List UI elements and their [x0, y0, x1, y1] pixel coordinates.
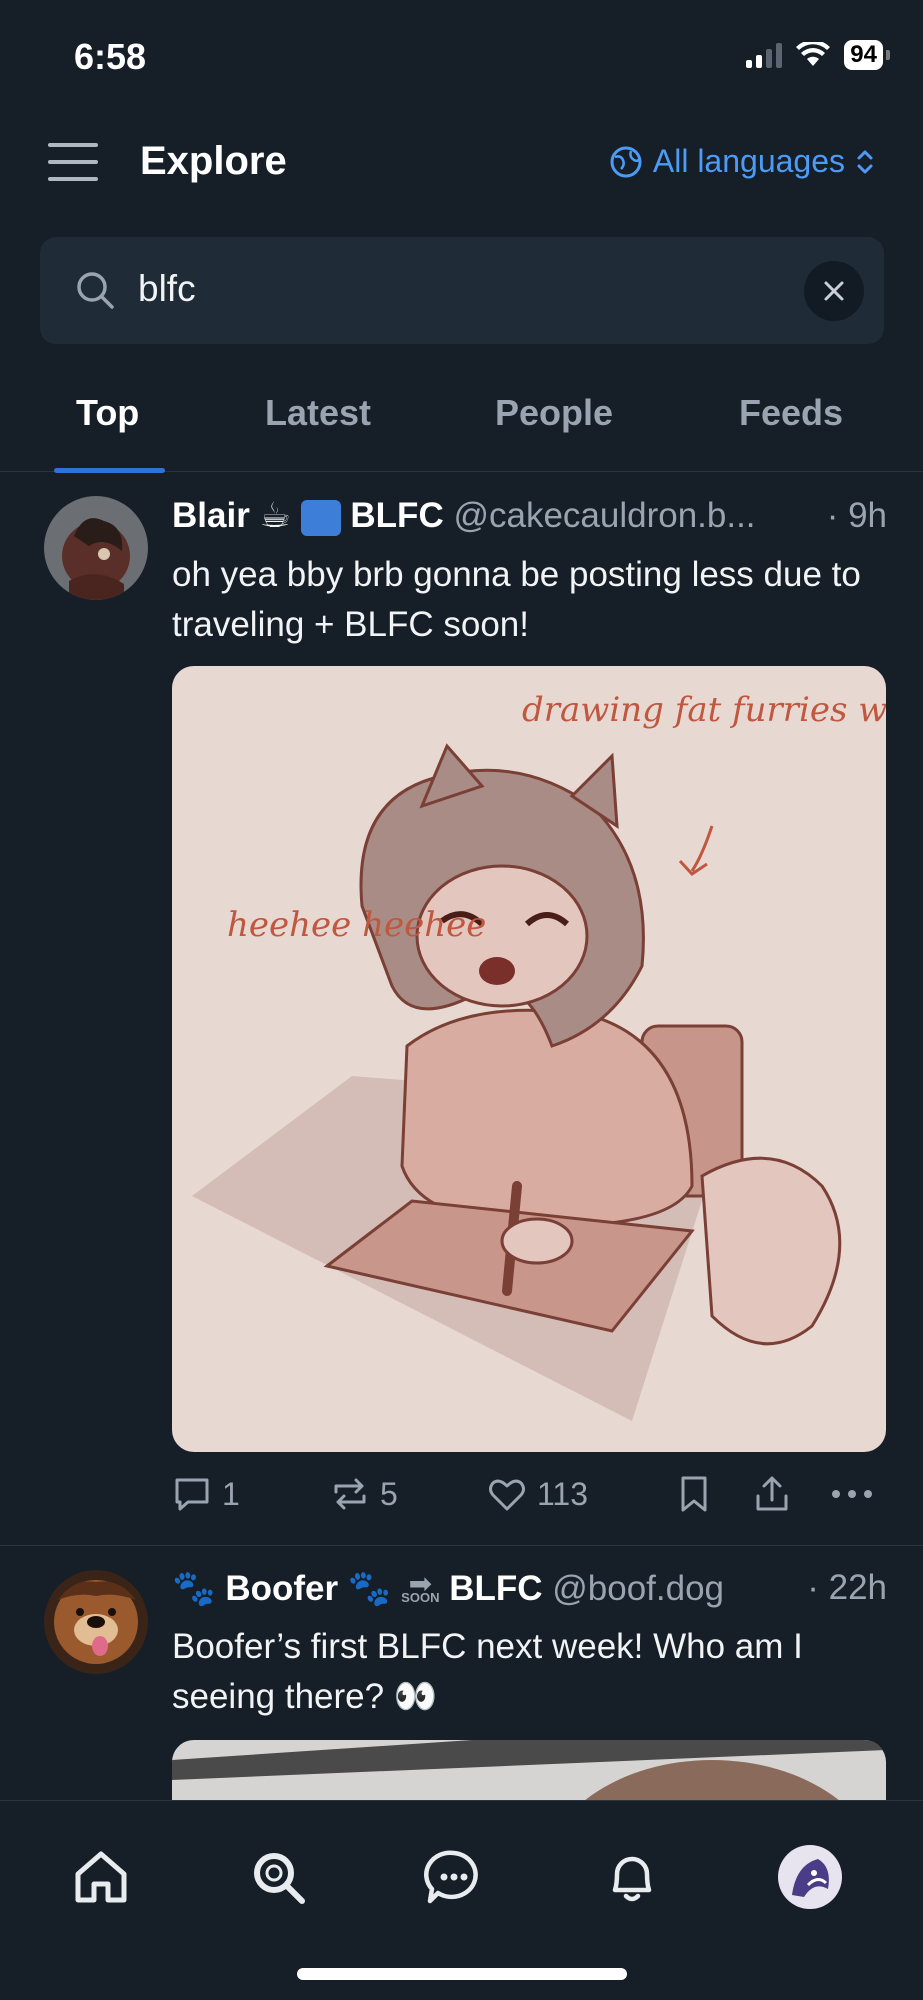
- post-item[interactable]: 🐾 Boofer 🐾 ➡ SOON BLFC @boof.dog · 22h B…: [0, 1546, 923, 1800]
- tab-latest[interactable]: Latest: [265, 392, 371, 434]
- nav-home[interactable]: [61, 1837, 141, 1917]
- status-time: 6:58: [74, 36, 147, 77]
- language-label: All languages: [652, 143, 845, 179]
- chevron-up-down-icon: [857, 150, 873, 173]
- post-timestamp[interactable]: · 9h: [827, 496, 887, 536]
- post-actions: 1 5 113: [172, 1468, 892, 1528]
- post-text: oh yea bby brb gonna be posting less due…: [172, 555, 861, 644]
- clear-search-button[interactable]: [804, 261, 864, 321]
- cellular-signal-icon: [746, 42, 783, 68]
- page-title: Explore: [140, 139, 287, 183]
- ellipsis-icon: [832, 1490, 872, 1498]
- search-input[interactable]: [138, 259, 738, 319]
- avatar[interactable]: [44, 1570, 148, 1674]
- avatar: [778, 1845, 842, 1909]
- image-caption-top: drawing fat furries with huge bellies: [522, 690, 886, 730]
- nav-chat[interactable]: [414, 1837, 494, 1917]
- tab-bar: Top Latest People Feeds: [0, 380, 923, 473]
- like-count: 113: [537, 1475, 589, 1512]
- more-options-button[interactable]: [830, 1474, 874, 1514]
- app-header: Explore All languages: [0, 125, 923, 199]
- chat-bubble-icon: [424, 1850, 478, 1904]
- search-icon: [254, 1853, 305, 1904]
- tab-people[interactable]: People: [495, 392, 613, 434]
- post-timestamp[interactable]: · 22h: [807, 1568, 887, 1608]
- post-header: 🐾 Boofer 🐾 ➡ SOON BLFC @boof.dog: [172, 1568, 724, 1609]
- paw-prints-icon: 🐾: [347, 1569, 392, 1608]
- post-image[interactable]: [172, 1740, 886, 1800]
- reply-count: 1: [222, 1475, 240, 1512]
- tab-feeds[interactable]: Feeds: [739, 392, 843, 434]
- home-icon: [75, 1851, 127, 1903]
- author-name[interactable]: Boofer: [225, 1569, 338, 1608]
- globe-icon: [610, 146, 642, 177]
- image-caption-left: heehee heehee: [227, 905, 486, 945]
- post-image[interactable]: drawing fat furries with huge bellies he…: [172, 666, 886, 1452]
- author-handle[interactable]: @boof.dog: [552, 1569, 724, 1608]
- post-text: Boofer’s first BLFC next week! Who am I …: [172, 1627, 803, 1716]
- battery-indicator: 94: [844, 40, 890, 70]
- tab-top[interactable]: Top: [76, 392, 139, 434]
- author-handle[interactable]: @cakecauldron.b...: [453, 496, 755, 535]
- post-header: Blair ☕ BLFC @cakecauldron.b...: [172, 496, 756, 536]
- soon-label: SOON: [401, 1589, 440, 1605]
- bookmark-icon: [681, 1476, 707, 1512]
- repost-button[interactable]: 5: [330, 1474, 398, 1514]
- heart-icon: [489, 1479, 525, 1511]
- author-name[interactable]: Blair: [172, 496, 250, 535]
- right-arrow-emoji-icon: [300, 499, 341, 536]
- avatar[interactable]: [44, 496, 148, 600]
- nav-search[interactable]: [238, 1837, 318, 1917]
- reply-icon: [175, 1478, 209, 1511]
- status-bar: 6:58 94: [0, 0, 923, 110]
- author-name-suffix[interactable]: BLFC: [449, 1569, 542, 1608]
- search-bar: [40, 237, 884, 344]
- nav-profile-avatar[interactable]: [770, 1837, 850, 1917]
- like-button[interactable]: 113: [487, 1474, 588, 1514]
- coffee-emoji-icon: ☕: [259, 496, 291, 535]
- home-indicator: [297, 1968, 627, 1980]
- nav-notifications[interactable]: [592, 1837, 672, 1917]
- close-icon: [824, 281, 844, 301]
- repost-count: 5: [380, 1475, 398, 1512]
- post-item[interactable]: Blair ☕ BLFC @cakecauldron.b... · 9h oh …: [0, 472, 923, 1545]
- share-button[interactable]: [752, 1474, 792, 1514]
- author-name-suffix[interactable]: BLFC: [350, 496, 443, 535]
- status-icons: 94: [746, 40, 890, 70]
- soon-arrow-icon: ➡ SOON: [401, 1567, 440, 1605]
- bell-icon: [612, 1856, 652, 1902]
- bookmark-button[interactable]: [677, 1474, 711, 1514]
- reply-button[interactable]: 1: [172, 1474, 240, 1514]
- share-icon: [756, 1476, 788, 1511]
- language-selector[interactable]: All languages: [609, 143, 875, 180]
- paw-prints-icon: 🐾: [172, 1569, 216, 1608]
- menu-icon[interactable]: [48, 143, 98, 181]
- wifi-icon: [796, 42, 831, 66]
- search-icon: [77, 272, 114, 309]
- repost-icon: [334, 1478, 366, 1510]
